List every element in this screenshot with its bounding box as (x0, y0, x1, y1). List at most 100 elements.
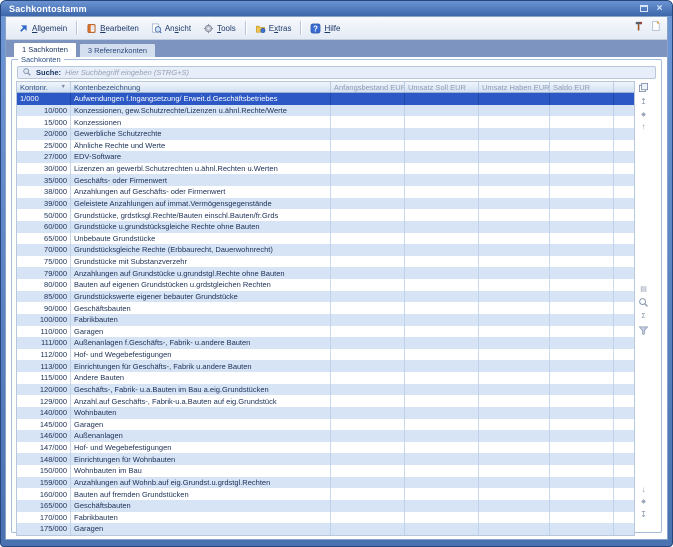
cell-kontonr[interactable]: 159/000 (17, 477, 71, 489)
cell-saldo[interactable] (550, 198, 614, 210)
cell-saldo[interactable] (550, 105, 614, 117)
cell-umsatz-soll[interactable] (405, 140, 479, 152)
cell-anfangsbestand[interactable] (331, 198, 405, 210)
cell-spacer[interactable] (614, 221, 634, 233)
cell-kontonr[interactable]: 80/000 (17, 279, 71, 291)
zoom-icon[interactable] (637, 297, 650, 308)
scroll-up-icon[interactable]: ↑ (637, 121, 650, 132)
cell-umsatz-haben[interactable] (479, 291, 550, 303)
menu-item-bearbeiten[interactable]: Bearbeiten (80, 21, 145, 36)
cell-kontonr[interactable]: 90/000 (17, 302, 71, 314)
cell-kontonr[interactable]: 1/000 (17, 93, 71, 105)
cell-anfangsbestand[interactable] (331, 360, 405, 372)
cell-kontonr[interactable]: 15/000 (17, 116, 71, 128)
cell-umsatz-haben[interactable] (479, 407, 550, 419)
table-row[interactable]: 39/000Geleistete Anzahlungen auf immat.V… (17, 198, 634, 210)
cell-kontenbezeichnung[interactable]: Anzahlungen auf Wohnb.auf eig.Grundst.u.… (71, 477, 331, 489)
cell-umsatz-soll[interactable] (405, 523, 479, 535)
cell-spacer[interactable] (614, 337, 634, 349)
cell-kontonr[interactable]: 113/000 (17, 360, 71, 372)
cell-umsatz-soll[interactable] (405, 453, 479, 465)
cell-umsatz-haben[interactable] (479, 384, 550, 396)
cell-anfangsbestand[interactable] (331, 256, 405, 268)
cell-kontonr[interactable]: 100/000 (17, 314, 71, 326)
cell-kontonr[interactable]: 60/000 (17, 221, 71, 233)
cell-umsatz-soll[interactable] (405, 302, 479, 314)
cell-kontenbezeichnung[interactable]: Bauten auf eigenen Grundstücken u.grdstg… (71, 279, 331, 291)
cell-kontonr[interactable]: 160/000 (17, 488, 71, 500)
cell-saldo[interactable] (550, 326, 614, 338)
cell-kontenbezeichnung[interactable]: Geschäfts-, Fabrik- u.a.Bauten im Bau a.… (71, 384, 331, 396)
table-row[interactable]: 113/000Einrichtungen für Geschäfts-, Fab… (17, 360, 634, 372)
cell-saldo[interactable] (550, 337, 614, 349)
cell-saldo[interactable] (550, 279, 614, 291)
cell-spacer[interactable] (614, 384, 634, 396)
cell-saldo[interactable] (550, 256, 614, 268)
cell-umsatz-soll[interactable] (405, 372, 479, 384)
cell-anfangsbestand[interactable] (331, 372, 405, 384)
table-row[interactable]: 27/000EDV-Software (17, 151, 634, 163)
cell-kontonr[interactable]: 35/000 (17, 174, 71, 186)
cell-anfangsbestand[interactable] (331, 140, 405, 152)
cell-kontenbezeichnung[interactable]: Grundstückswerte eigener bebauter Grunds… (71, 291, 331, 303)
cell-anfangsbestand[interactable] (331, 349, 405, 361)
cell-umsatz-haben[interactable] (479, 326, 550, 338)
cell-anfangsbestand[interactable] (331, 453, 405, 465)
cell-umsatz-haben[interactable] (479, 500, 550, 512)
cell-kontonr[interactable]: 50/000 (17, 209, 71, 221)
cell-spacer[interactable] (614, 430, 634, 442)
cell-anfangsbestand[interactable] (331, 302, 405, 314)
cell-umsatz-haben[interactable] (479, 477, 550, 489)
cell-kontenbezeichnung[interactable]: Bauten auf fremden Grundstücken (71, 488, 331, 500)
cell-anfangsbestand[interactable] (331, 337, 405, 349)
cell-umsatz-soll[interactable] (405, 360, 479, 372)
cell-kontenbezeichnung[interactable]: Wohnbauten (71, 407, 331, 419)
cell-kontenbezeichnung[interactable]: Konzessionen (71, 116, 331, 128)
cell-saldo[interactable] (550, 395, 614, 407)
cell-umsatz-haben[interactable] (479, 302, 550, 314)
cell-umsatz-soll[interactable] (405, 151, 479, 163)
menu-item-ansicht[interactable]: Ansicht (145, 21, 197, 36)
table-row[interactable]: 110/000Garagen (17, 326, 634, 338)
table-row[interactable]: 120/000Geschäfts-, Fabrik- u.a.Bauten im… (17, 384, 634, 396)
cell-spacer[interactable] (614, 523, 634, 535)
cell-umsatz-haben[interactable] (479, 151, 550, 163)
table-row[interactable]: 160/000Bauten auf fremden Grundstücken (17, 488, 634, 500)
cell-anfangsbestand[interactable] (331, 209, 405, 221)
cell-umsatz-haben[interactable] (479, 233, 550, 245)
cell-spacer[interactable] (614, 442, 634, 454)
nav-diamond-icon[interactable]: ◆ (637, 109, 650, 120)
cell-spacer[interactable] (614, 314, 634, 326)
search-bar[interactable]: Suche: (17, 66, 656, 79)
cell-anfangsbestand[interactable] (331, 512, 405, 524)
cell-saldo[interactable] (550, 512, 614, 524)
cell-kontenbezeichnung[interactable]: Gewerbliche Schutzrechte (71, 128, 331, 140)
cell-anfangsbestand[interactable] (331, 395, 405, 407)
table-row[interactable]: 170/000Fabrikbauten (17, 512, 634, 524)
cell-spacer[interactable] (614, 372, 634, 384)
cell-umsatz-soll[interactable] (405, 209, 479, 221)
table-row[interactable]: 15/000Konzessionen (17, 116, 634, 128)
cell-kontonr[interactable]: 30/000 (17, 163, 71, 175)
cell-saldo[interactable] (550, 244, 614, 256)
table-row[interactable]: 79/000Anzahlungen auf Grundstücke u.grun… (17, 267, 634, 279)
cell-saldo[interactable] (550, 209, 614, 221)
cell-saldo[interactable] (550, 267, 614, 279)
cell-kontonr[interactable]: 147/000 (17, 442, 71, 454)
cell-kontonr[interactable]: 10/000 (17, 105, 71, 117)
column-header-umsatz-soll[interactable]: Umsatz Soll EUR (405, 82, 479, 92)
cell-spacer[interactable] (614, 465, 634, 477)
column-header-saldo[interactable]: Saldo EUR (550, 82, 614, 92)
cell-saldo[interactable] (550, 221, 614, 233)
cell-spacer[interactable] (614, 512, 634, 524)
cell-umsatz-soll[interactable] (405, 512, 479, 524)
cell-umsatz-soll[interactable] (405, 465, 479, 477)
cell-kontenbezeichnung[interactable]: Geschäfts- oder Firmenwert (71, 174, 331, 186)
cell-saldo[interactable] (550, 140, 614, 152)
cell-kontenbezeichnung[interactable]: Aufwendungen f.Ingangsetzung/ Erweit.d.G… (71, 93, 331, 105)
cell-umsatz-soll[interactable] (405, 105, 479, 117)
cell-umsatz-haben[interactable] (479, 198, 550, 210)
cell-spacer[interactable] (614, 267, 634, 279)
cell-saldo[interactable] (550, 384, 614, 396)
cell-kontenbezeichnung[interactable]: Einrichtungen für Wohnbauten (71, 453, 331, 465)
